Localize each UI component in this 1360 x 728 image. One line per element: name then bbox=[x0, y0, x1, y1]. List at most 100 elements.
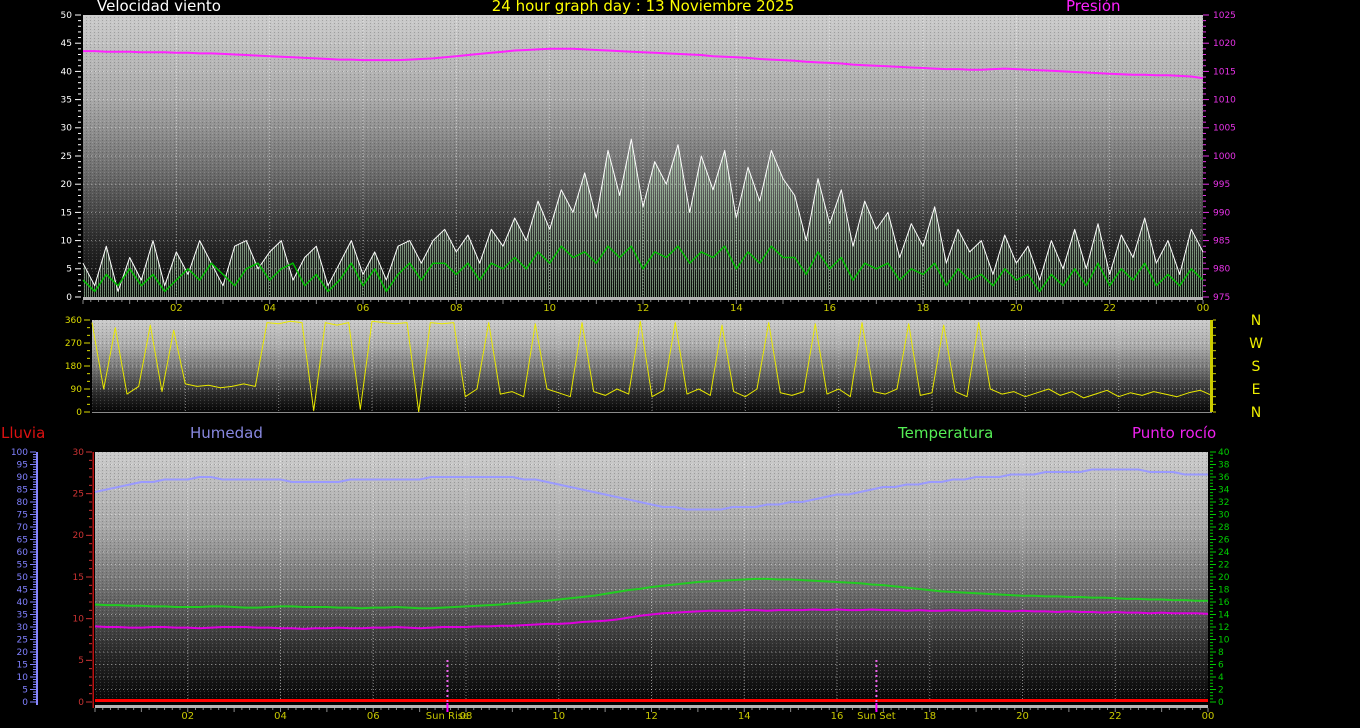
axis-tick-label: 4 bbox=[1218, 673, 1224, 683]
axis-tick-label: 25 bbox=[17, 635, 28, 645]
axis-tick-label: 40 bbox=[61, 67, 73, 77]
humidity-label: Humedad bbox=[190, 425, 263, 441]
axis-tick-label: 980 bbox=[1213, 265, 1230, 275]
axis-tick-label: 35 bbox=[17, 610, 28, 620]
compass-label: W bbox=[1249, 336, 1263, 352]
axis-tick-label: 50 bbox=[17, 573, 29, 583]
axis-tick-label: 15 bbox=[73, 573, 84, 583]
axis-tick-label: 60 bbox=[17, 548, 29, 558]
hour-label: 16 bbox=[831, 711, 844, 722]
hour-label: 00 bbox=[1202, 711, 1215, 722]
axis-tick-label: 12 bbox=[1218, 623, 1229, 633]
axis-tick-label: 5 bbox=[66, 265, 72, 275]
hour-label: 04 bbox=[263, 303, 276, 314]
axis-tick-label: 15 bbox=[61, 208, 72, 218]
axis-tick-label: 34 bbox=[1218, 485, 1230, 495]
axis-tick-label: 28 bbox=[1218, 523, 1230, 533]
pressure-label: Presión bbox=[1066, 0, 1121, 14]
axis-tick-label: 35 bbox=[61, 95, 72, 105]
axis-tick-label: 30 bbox=[17, 623, 29, 633]
axis-tick-label: 20 bbox=[61, 180, 73, 190]
axis-tick-label: 0 bbox=[22, 698, 28, 708]
axis-tick-label: 975 bbox=[1213, 293, 1230, 303]
hour-label: 14 bbox=[730, 303, 743, 314]
axis-tick-label: 10 bbox=[17, 673, 29, 683]
axis-tick-label: 38 bbox=[1218, 460, 1230, 470]
axis-tick-label: 40 bbox=[1218, 448, 1230, 458]
axis-tick-label: 45 bbox=[61, 39, 72, 49]
hour-label: 22 bbox=[1103, 303, 1116, 314]
axis-tick-label: 5 bbox=[22, 685, 28, 695]
hour-label: 22 bbox=[1109, 711, 1122, 722]
axis-tick-label: 270 bbox=[65, 339, 82, 349]
dewpoint-label: Punto rocío bbox=[1132, 425, 1216, 441]
hour-label: 10 bbox=[552, 711, 565, 722]
hour-label: 10 bbox=[543, 303, 556, 314]
axis-tick-label: 45 bbox=[17, 585, 28, 595]
axis-tick-label: 90 bbox=[71, 385, 83, 395]
hour-label: 12 bbox=[645, 711, 658, 722]
axis-tick-label: 75 bbox=[17, 510, 28, 520]
axis-tick-label: 2 bbox=[1218, 685, 1224, 695]
sun-marker-label: Sun Rise bbox=[426, 711, 469, 722]
axis-tick-label: 0 bbox=[78, 698, 84, 708]
hour-label: 18 bbox=[923, 711, 936, 722]
axis-tick-label: 1005 bbox=[1213, 124, 1236, 134]
axis-tick-label: 20 bbox=[17, 648, 29, 658]
axis-tick-label: 995 bbox=[1213, 180, 1230, 190]
axis-tick-label: 20 bbox=[1218, 573, 1230, 583]
axis-tick-label: 6 bbox=[1218, 660, 1224, 670]
axis-tick-label: 20 bbox=[73, 531, 85, 541]
axis-tick-label: 18 bbox=[1218, 585, 1230, 595]
hour-label: 16 bbox=[823, 303, 836, 314]
axis-tick-label: 180 bbox=[65, 362, 82, 372]
axis-tick-label: 100 bbox=[11, 448, 28, 458]
hour-label: 20 bbox=[1010, 303, 1023, 314]
hour-label: 18 bbox=[917, 303, 930, 314]
axis-tick-label: 1010 bbox=[1213, 95, 1236, 105]
axis-tick-label: 40 bbox=[17, 598, 29, 608]
axis-tick-label: 50 bbox=[61, 11, 73, 21]
axis-tick-label: 24 bbox=[1218, 548, 1230, 558]
axis-tick-label: 30 bbox=[61, 124, 73, 134]
hour-label: 20 bbox=[1016, 711, 1029, 722]
hour-label: 02 bbox=[181, 711, 194, 722]
axis-tick-label: 26 bbox=[1218, 535, 1230, 545]
weather-graph-screen: 0510152025303540455097598098599099510001… bbox=[0, 0, 1360, 728]
axis-tick-label: 8 bbox=[1218, 648, 1224, 658]
axis-tick-label: 15 bbox=[17, 660, 28, 670]
axis-tick-label: 360 bbox=[65, 316, 82, 326]
axis-tick-label: 55 bbox=[17, 560, 28, 570]
axis-tick-label: 30 bbox=[73, 448, 85, 458]
axis-tick-label: 990 bbox=[1213, 208, 1230, 218]
axis-tick-label: 14 bbox=[1218, 610, 1230, 620]
axis-tick-label: 16 bbox=[1218, 598, 1230, 608]
axis-tick-label: 10 bbox=[61, 236, 73, 246]
axis-tick-label: 22 bbox=[1218, 560, 1229, 570]
axis-tick-label: 5 bbox=[78, 656, 84, 666]
hour-label: 14 bbox=[738, 711, 751, 722]
rain-label: Lluvia bbox=[1, 425, 45, 441]
hour-label: 02 bbox=[170, 303, 183, 314]
axis-tick-label: 1000 bbox=[1213, 152, 1236, 162]
hour-label: 12 bbox=[637, 303, 650, 314]
axis-tick-label: 10 bbox=[73, 615, 85, 625]
axis-tick-label: 65 bbox=[17, 535, 28, 545]
sun-marker-label: Sun Set bbox=[857, 711, 896, 722]
compass-label: N bbox=[1251, 313, 1261, 329]
axis-tick-label: 36 bbox=[1218, 473, 1230, 483]
axis-tick-label: 30 bbox=[1218, 510, 1230, 520]
axis-tick-label: 95 bbox=[17, 460, 28, 470]
axis-tick-label: 10 bbox=[1218, 635, 1230, 645]
compass-label: N bbox=[1251, 405, 1261, 421]
compass-label: E bbox=[1252, 382, 1261, 398]
hour-label: 00 bbox=[1197, 303, 1210, 314]
axis-tick-label: 32 bbox=[1218, 498, 1229, 508]
hour-label: 06 bbox=[357, 303, 370, 314]
axis-tick-label: 85 bbox=[17, 485, 28, 495]
axis-tick-label: 985 bbox=[1213, 236, 1230, 246]
axis-tick-label: 0 bbox=[1218, 698, 1224, 708]
axis-tick-label: 70 bbox=[17, 523, 29, 533]
graph-title: 24 hour graph day : 13 Noviembre 2025 bbox=[83, 0, 1203, 14]
axis-tick-label: 25 bbox=[61, 152, 72, 162]
